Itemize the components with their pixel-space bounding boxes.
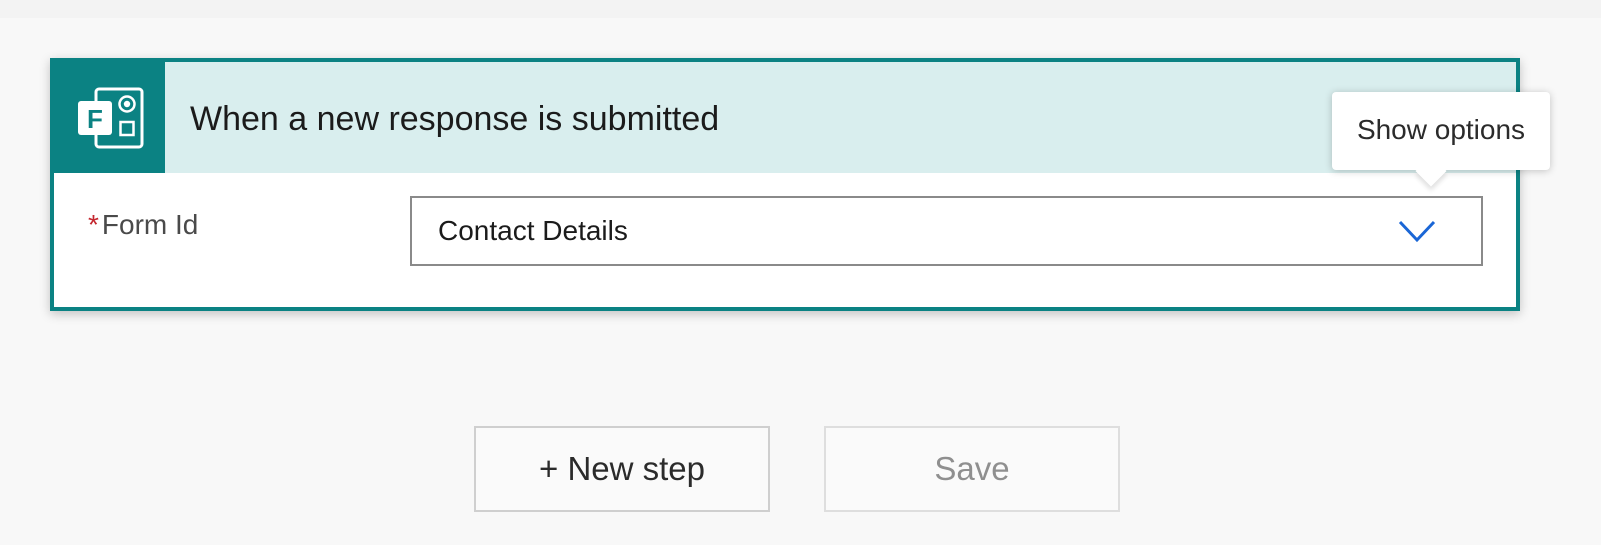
form-id-dropdown[interactable]: Contact Details bbox=[410, 196, 1483, 266]
form-id-selected-value: Contact Details bbox=[438, 215, 628, 246]
new-step-button[interactable]: + New step bbox=[474, 426, 770, 512]
top-strip bbox=[0, 0, 1601, 18]
form-id-label: * Form Id bbox=[88, 209, 198, 241]
chevron-down-icon[interactable] bbox=[1397, 218, 1437, 244]
show-options-tooltip: Show options bbox=[1332, 92, 1550, 170]
forms-icon-box: F bbox=[54, 62, 165, 173]
form-id-label-text: Form Id bbox=[101, 209, 199, 240]
tooltip-arrow-cover bbox=[1402, 154, 1462, 170]
tooltip-text: Show options bbox=[1356, 114, 1526, 145]
trigger-card-header[interactable]: F When a new response is submitted bbox=[54, 62, 1516, 173]
microsoft-forms-icon: F bbox=[77, 87, 143, 148]
svg-text:F: F bbox=[87, 104, 103, 134]
save-button[interactable]: Save bbox=[824, 426, 1120, 512]
trigger-title: When a new response is submitted bbox=[190, 100, 720, 138]
required-marker: * bbox=[88, 209, 99, 240]
trigger-card: F When a new response is submitted * Form… bbox=[50, 58, 1520, 311]
